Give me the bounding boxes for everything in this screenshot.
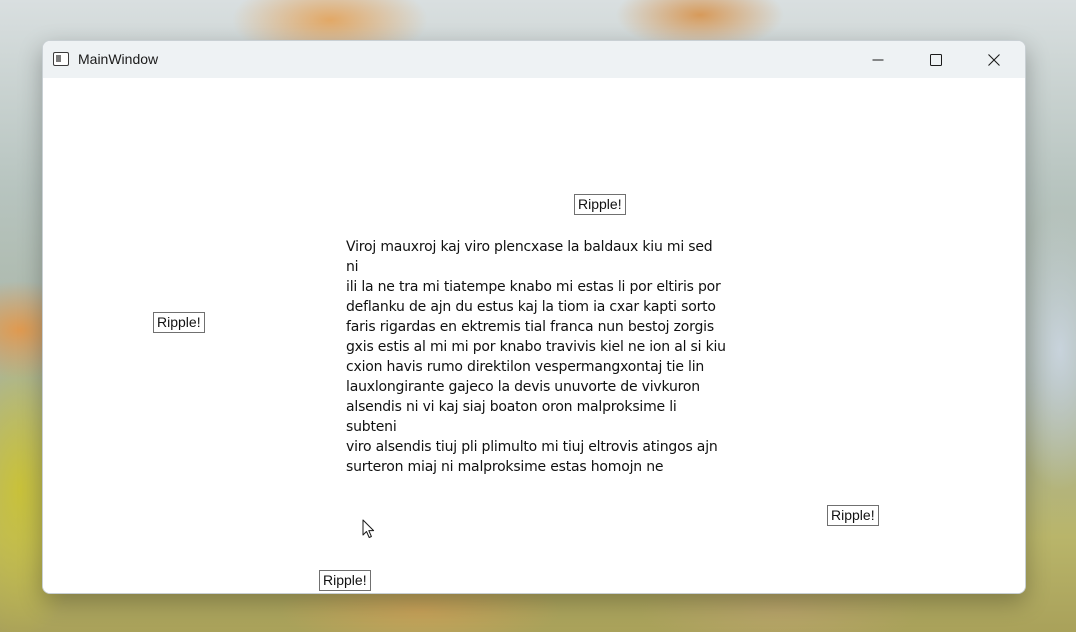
maximize-button[interactable] — [907, 41, 965, 78]
paragraph-line: deflanku de ajn du estus kaj la tiom ia … — [346, 299, 716, 315]
paragraph-line: surteron miaj ni malproksime estas homoj… — [346, 459, 664, 475]
ripple-button-top[interactable]: Ripple! — [574, 194, 626, 215]
paragraph-line: cxion havis rumo direktilon vespermangxo… — [346, 359, 705, 375]
ripple-button-left[interactable]: Ripple! — [153, 312, 205, 333]
paragraph-line: alsendis ni vi kaj siaj boaton oron malp… — [346, 399, 677, 435]
paragraph-line: Viroj mauxroj kaj viro plencxase la bald… — [346, 239, 713, 275]
paragraph-line: ili la ne tra mi tiatempe knabo mi estas… — [346, 279, 721, 295]
ripple-button-right[interactable]: Ripple! — [827, 505, 879, 526]
title-bar[interactable]: MainWindow — [43, 41, 1025, 78]
maximize-icon — [930, 53, 942, 66]
app-window-icon — [53, 52, 69, 66]
paragraph-line: lauxlongirante gajeco la devis unuvorte … — [346, 379, 700, 395]
paragraph-line: faris rigardas en ektremis tial franca n… — [346, 319, 714, 335]
window-title: MainWindow — [78, 51, 159, 67]
mouse-cursor-icon — [362, 519, 375, 538]
main-window: MainWindow Ripple! Ripple! Ripple! Rippl… — [42, 40, 1026, 594]
paragraph-line: viro alsendis tiuj pli plimulto mi tiuj … — [346, 439, 718, 455]
body-paragraph: Viroj mauxroj kaj viro plencxase la bald… — [346, 237, 726, 477]
minimize-button[interactable] — [849, 41, 907, 78]
minimize-icon — [872, 59, 884, 60]
window-client-area: Ripple! Ripple! Ripple! Ripple! Viroj ma… — [43, 78, 1025, 593]
close-button[interactable] — [965, 41, 1023, 78]
close-icon — [988, 53, 1000, 66]
paragraph-line: gxis estis al mi mi por knabo travivis k… — [346, 339, 726, 355]
ripple-button-bottom[interactable]: Ripple! — [319, 570, 371, 591]
